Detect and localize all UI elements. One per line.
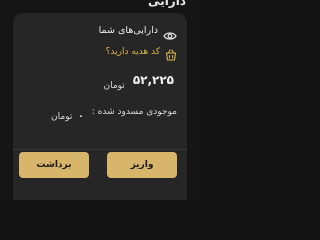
blocked-balance-value: ۰ تومان <box>51 112 84 122</box>
balance-currency: تومان <box>103 81 125 91</box>
blocked-balance-amount: ۰ <box>78 112 84 122</box>
page-title: دارایی <box>148 0 186 8</box>
gift-code-text: کد هدیه دارید؟ <box>105 47 160 57</box>
assets-title: دارایی‌های شما <box>98 25 158 36</box>
gift-basket-icon <box>165 46 177 61</box>
assets-header: دارایی‌های شما <box>23 25 177 40</box>
eye-icon[interactable] <box>163 26 177 40</box>
wallet-screen: دارایی دارایی‌های شما کد هدیه دارید؟ <box>0 0 200 200</box>
withdraw-button[interactable]: برداشت <box>19 152 89 178</box>
blocked-balance-currency: تومان <box>51 112 73 122</box>
blocked-balance: موجودی مسدود شده : ۰ تومان <box>23 107 177 122</box>
gift-code-link[interactable]: کد هدیه دارید؟ <box>23 46 177 61</box>
blocked-balance-label: موجودی مسدود شده : <box>91 107 177 117</box>
balance-amount: ۵۲,۲۲۵ <box>132 73 174 87</box>
divider <box>13 149 187 150</box>
balance-display: تومان ۵۲,۲۲۵ <box>23 71 174 91</box>
deposit-button[interactable]: واریز <box>107 152 177 178</box>
